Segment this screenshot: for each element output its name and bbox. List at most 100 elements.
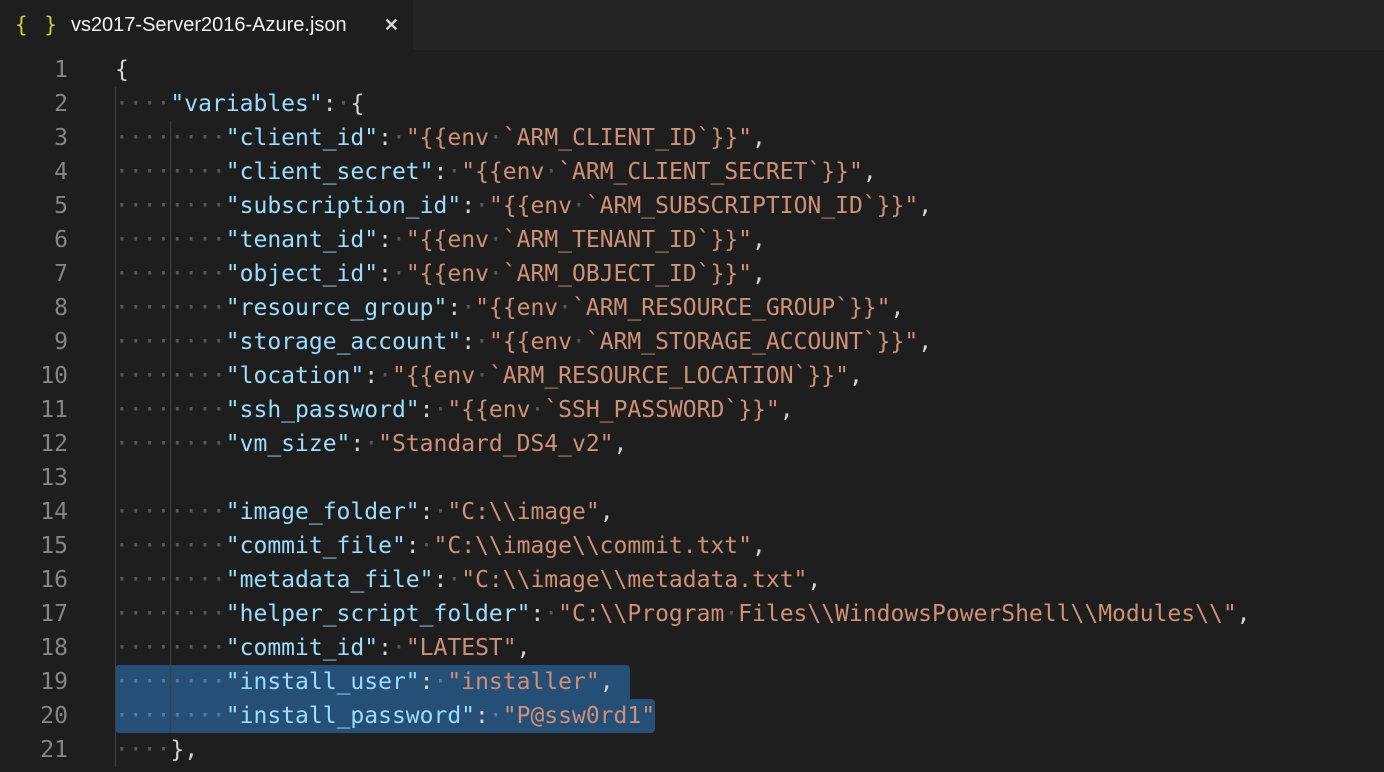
json-punctuation: : (350, 431, 364, 457)
json-key: "commit_file" (226, 533, 406, 559)
code-line[interactable]: 18 ········"commit_id":·"LATEST", (0, 631, 1384, 665)
line-number: 18 (0, 631, 68, 665)
line-number: 10 (0, 359, 68, 393)
json-punctuation: : (378, 125, 392, 151)
line-number: 13 (0, 461, 68, 495)
json-punctuation: : (420, 397, 434, 423)
json-string-value: "{{env (406, 227, 489, 253)
line-number: 7 (0, 257, 68, 291)
json-punctuation: : (475, 703, 489, 729)
json-punctuation: , (600, 669, 614, 695)
json-punctuation: }, (170, 737, 198, 763)
code-line[interactable]: 20········"install_password":·"P@ssw0rd1… (0, 699, 1384, 733)
code-line[interactable]: 9 ········"storage_account":·"{{env·`ARM_… (0, 325, 1384, 359)
code-line[interactable]: 2····"variables":·{ (0, 87, 1384, 121)
tab-vs2017-server2016-azure-json[interactable]: { } vs2017-Server2016-Azure.json ✕ (0, 0, 413, 50)
code-line-content: ········"commit_id":·"LATEST", (115, 631, 530, 665)
line-number: 11 (0, 393, 68, 427)
json-punctuation: , (517, 635, 531, 661)
line-number: 9 (0, 325, 68, 359)
whitespace-dots: ···· (115, 737, 170, 763)
code-line[interactable]: 17········"helper_script_folder":·"C:\\P… (0, 597, 1384, 631)
json-key: "image_folder" (226, 499, 420, 525)
code-line[interactable]: 11········"ssh_password":·"{{env·`SSH_PA… (0, 393, 1384, 427)
code-line[interactable]: 21····}, (0, 733, 1384, 767)
code-line-content: ········"tenant_id":·"{{env·`ARM_TENANT_… (115, 223, 766, 257)
json-punctuation: : (447, 295, 461, 321)
json-key: "helper_script_folder" (226, 601, 531, 627)
code-line[interactable]: 8········"resource_group":·"{{env·`ARM_R… (0, 291, 1384, 325)
json-string-value: "{{env (475, 295, 558, 321)
json-string-value: "Standard_DS4_v2" (378, 431, 613, 457)
whitespace-dots: · (724, 601, 738, 627)
json-string-value: "{{env (447, 397, 530, 423)
json-punctuation: , (780, 397, 794, 423)
code-line-content: { (115, 53, 129, 87)
whitespace-dots: · (447, 159, 461, 185)
code-line[interactable]: 5········"subscription_id":·"{{env·`ARM_… (0, 189, 1384, 223)
whitespace-dots: · (434, 499, 448, 525)
json-punctuation: : (323, 91, 337, 117)
code-line-content: ········"helper_script_folder":·"C:\\Pro… (115, 597, 1251, 631)
code-editor[interactable]: 1{2····"variables":·{3········"client_id… (0, 50, 1384, 772)
code-line[interactable]: 12········"vm_size":·"Standard_DS4_v2", (0, 427, 1384, 461)
json-punctuation: , (614, 431, 628, 457)
json-key: "commit_id" (226, 635, 378, 661)
indent-guide (170, 121, 171, 733)
json-punctuation: : (434, 567, 448, 593)
code-line[interactable]: 15········"commit_file":·"C:\\image\\com… (0, 529, 1384, 563)
json-punctuation: : (434, 159, 448, 185)
code-line-content: ········"client_secret":·"{{env·`ARM_CLI… (115, 155, 877, 189)
json-string-value: "installer" (447, 669, 599, 695)
json-punctuation: { (115, 57, 129, 83)
code-line-content: ········"metadata_file":·"C:\\image\\met… (115, 563, 821, 597)
line-number: 3 (0, 121, 68, 155)
code-line[interactable]: 19········"install_user":·"installer", (0, 665, 1384, 699)
json-string-value: "C:\\image\\commit.txt" (434, 533, 753, 559)
line-number: 4 (0, 155, 68, 189)
json-punctuation: , (891, 295, 905, 321)
code-line[interactable]: 10········"location":·"{{env·`ARM_RESOUR… (0, 359, 1384, 393)
json-string-value: `ARM_STORAGE_ACCOUNT`}}" (586, 329, 918, 355)
code-line-content-selected: ········"install_password":·"P@ssw0rd1" (115, 699, 655, 733)
close-icon[interactable]: ✕ (384, 16, 399, 34)
json-string-value: "C:\\image\\metadata.txt" (461, 567, 807, 593)
code-line[interactable]: 6········"tenant_id":·"{{env·`ARM_TENANT… (0, 223, 1384, 257)
line-number: 16 (0, 563, 68, 597)
json-punctuation: , (1237, 601, 1251, 627)
whitespace-dots: · (489, 703, 503, 729)
json-punctuation: : (461, 193, 475, 219)
code-line[interactable]: 7 ········"object_id":·"{{env·`ARM_OBJECT… (0, 257, 1384, 291)
json-punctuation: , (863, 159, 877, 185)
code-line[interactable]: 1{ (0, 53, 1384, 87)
whitespace-dots: · (364, 431, 378, 457)
json-string-value: "{{env (406, 125, 489, 151)
line-number: 2 (0, 87, 68, 121)
json-string-value: "{{env (489, 329, 572, 355)
code-line-content: ····}, (115, 733, 198, 767)
json-string-value: "P@ssw0rd1" (503, 703, 655, 729)
json-punctuation: { (350, 91, 364, 117)
code-line-content: ········"object_id":·"{{env·`ARM_OBJECT_… (115, 257, 766, 291)
json-key: "ssh_password" (226, 397, 420, 423)
code-line[interactable]: 13 (0, 461, 1384, 495)
whitespace-dots: · (544, 159, 558, 185)
json-key: "object_id" (226, 261, 378, 287)
whitespace-dots: · (378, 363, 392, 389)
json-string-value: `ARM_OBJECT_ID`}}" (503, 261, 752, 287)
code-line[interactable]: 14········"image_folder":·"C:\\image", (0, 495, 1384, 529)
code-line[interactable]: 4········"client_secret":·"{{env·`ARM_CL… (0, 155, 1384, 189)
json-string-value: `ARM_RESOURCE_LOCATION`}}" (489, 363, 849, 389)
code-line[interactable]: 3········"client_id":·"{{env·`ARM_CLIENT… (0, 121, 1384, 155)
json-punctuation: , (752, 227, 766, 253)
whitespace-dots: · (489, 227, 503, 253)
code-line[interactable]: 16 ········"metadata_file":·"C:\\image\\m… (0, 563, 1384, 597)
json-key: "location" (226, 363, 364, 389)
json-punctuation: , (752, 533, 766, 559)
line-number: 12 (0, 427, 68, 461)
json-punctuation: , (752, 125, 766, 151)
json-string-value: Files\\WindowsPowerShell\\Modules\\" (738, 601, 1237, 627)
line-number: 5 (0, 189, 68, 223)
whitespace-dots: · (434, 397, 448, 423)
code-line-content: ········"storage_account":·"{{env·`ARM_S… (115, 325, 932, 359)
